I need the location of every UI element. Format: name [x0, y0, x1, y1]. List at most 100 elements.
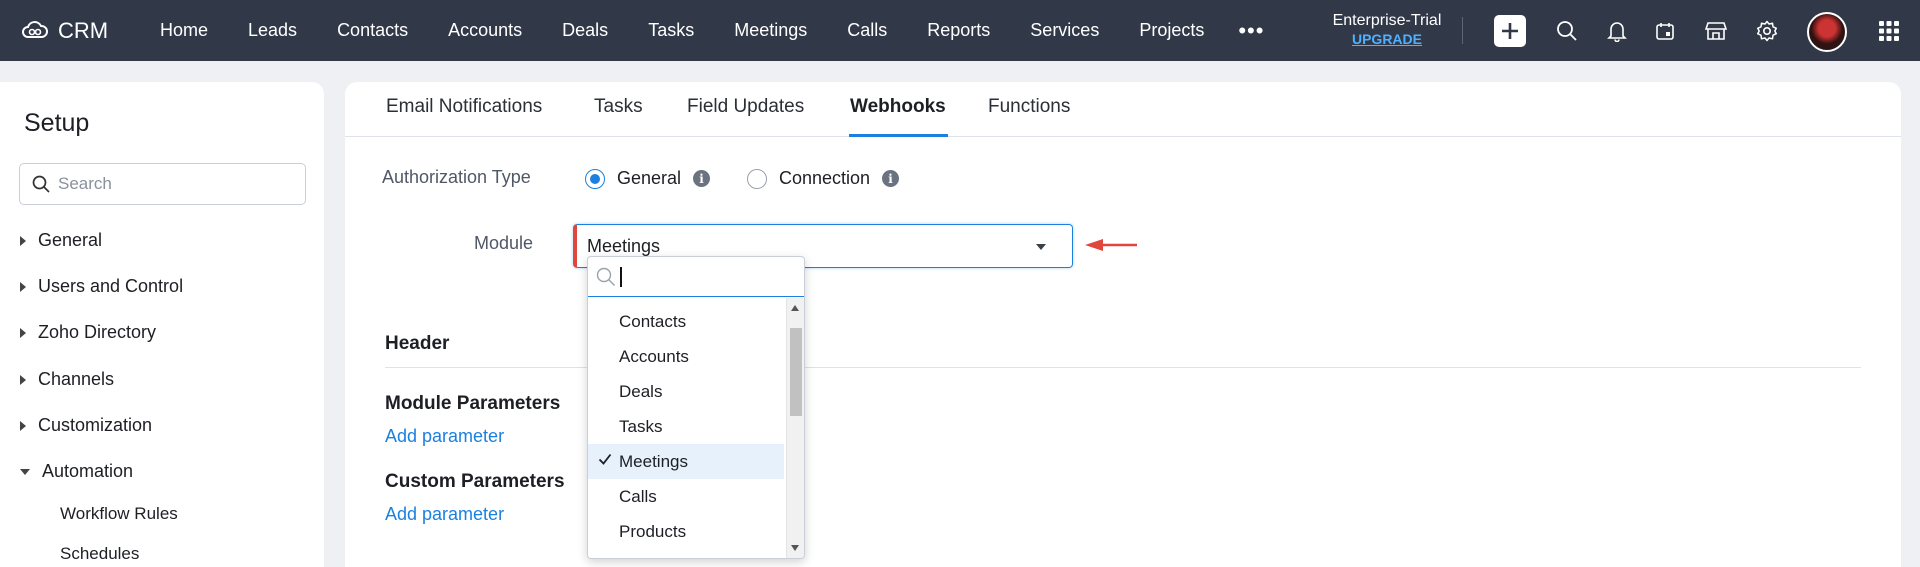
radio-button[interactable]	[747, 168, 767, 189]
apps-grid-icon	[1879, 21, 1899, 41]
user-avatar[interactable]	[1807, 12, 1847, 52]
dropdown-option-products[interactable]: Products	[588, 514, 784, 549]
module-parameters-title: Module Parameters	[385, 393, 561, 414]
dropdown-option-label: Contacts	[619, 311, 687, 331]
sidebar-item-automation[interactable]: Automation	[20, 461, 133, 482]
plus-icon	[1502, 23, 1518, 39]
dropdown-option-deals[interactable]: Deals	[588, 374, 784, 409]
nav-item-calls[interactable]: Calls	[827, 0, 907, 61]
brand[interactable]: CRM	[20, 18, 140, 44]
checkmark-icon	[598, 453, 612, 465]
add-module-parameter-link[interactable]: Add parameter	[385, 426, 504, 447]
calendar-button[interactable]	[1652, 18, 1678, 44]
nav-item-contacts[interactable]: Contacts	[317, 0, 428, 61]
sidebar-item-general[interactable]: General	[20, 230, 102, 251]
dropdown-option-label: Tasks	[619, 416, 663, 436]
chevron-down-icon	[1036, 244, 1046, 250]
sidebar-item-zoho-directory[interactable]: Zoho Directory	[20, 322, 156, 343]
setup-sidebar: Setup General Users and Control Zoho Direc…	[0, 82, 324, 567]
webhook-form-panel: Email Notifications Tasks Field Updates Web…	[345, 82, 1901, 567]
text-cursor	[620, 266, 622, 287]
module-label: Module	[474, 233, 534, 253]
create-new-button[interactable]	[1494, 15, 1526, 47]
apps-menu-button[interactable]	[1876, 18, 1902, 44]
sidebar-item-label: Users and Control	[38, 276, 184, 296]
radio-label: Connection	[779, 168, 871, 188]
topbar-divider	[1462, 17, 1463, 44]
dropdown-option-calls[interactable]: Calls	[588, 479, 784, 514]
tab-tasks[interactable]: Tasks	[594, 96, 643, 137]
auth-radio-connection[interactable]: Connection i	[747, 168, 900, 189]
nav-item-projects[interactable]: Projects	[1119, 0, 1224, 61]
sidebar-item-customization[interactable]: Customization	[20, 415, 152, 436]
top-navigation-bar: CRM Home Leads Contacts Accounts Deals Tasks M…	[0, 0, 1920, 61]
dropdown-search-input[interactable]	[632, 266, 802, 287]
upgrade-link[interactable]: UPGRADE	[1330, 30, 1444, 48]
sidebar-item-label: Customization	[38, 415, 153, 435]
dropdown-option-label: Calls	[619, 486, 657, 506]
caret-right-icon	[20, 374, 26, 385]
header-section-title: Header	[385, 333, 450, 354]
tab-functions[interactable]: Functions	[988, 96, 1070, 137]
sidebar-search[interactable]	[19, 163, 306, 205]
search-icon	[596, 267, 615, 286]
red-arrow-annotation-icon	[1085, 239, 1137, 251]
sidebar-item-label: Automation	[42, 461, 134, 481]
sidebar-item-users-and-control[interactable]: Users and Control	[20, 276, 183, 297]
search-button[interactable]	[1554, 18, 1580, 44]
nav-item-reports[interactable]: Reports	[907, 0, 1010, 61]
zoho-cloud-logo-icon	[22, 20, 48, 38]
sidebar-item-channels[interactable]: Channels	[20, 369, 114, 390]
scroll-up-arrow-icon[interactable]	[791, 305, 799, 311]
automation-tabs: Email Notifications Tasks Field Updates Web…	[345, 82, 1901, 137]
notifications-button[interactable]	[1604, 18, 1630, 44]
search-icon	[1557, 21, 1577, 41]
sidebar-search-input[interactable]	[58, 174, 288, 194]
nav-item-accounts[interactable]: Accounts	[428, 0, 542, 61]
radio-label: General	[617, 168, 682, 188]
info-icon[interactable]: i	[693, 170, 711, 187]
marketplace-button[interactable]	[1703, 18, 1729, 44]
caret-down-icon	[20, 468, 30, 475]
sidebar-subitem-workflow-rules[interactable]: Workflow Rules	[60, 504, 178, 524]
scroll-down-arrow-icon[interactable]	[791, 545, 799, 551]
dropdown-option-accounts[interactable]: Accounts	[588, 339, 784, 374]
bell-icon	[1607, 22, 1627, 42]
sidebar-subitem-schedules[interactable]: Schedules	[60, 544, 139, 564]
nav-item-services[interactable]: Services	[1010, 0, 1119, 61]
caret-right-icon	[20, 235, 26, 246]
caret-right-icon	[20, 281, 26, 292]
module-select-value: Meetings	[587, 235, 661, 256]
nav-item-leads[interactable]: Leads	[228, 0, 317, 61]
add-custom-parameter-link[interactable]: Add parameter	[385, 504, 504, 525]
dropdown-search[interactable]	[588, 257, 804, 297]
nav-item-deals[interactable]: Deals	[542, 0, 628, 61]
tab-field-updates[interactable]: Field Updates	[687, 96, 804, 137]
tab-email-notifications[interactable]: Email Notifications	[386, 96, 542, 137]
dropdown-option-tasks[interactable]: Tasks	[588, 409, 784, 444]
nav-item-tasks[interactable]: Tasks	[628, 0, 714, 61]
dropdown-option-contacts[interactable]: Contacts	[588, 304, 784, 339]
sidebar-item-label: Channels	[38, 369, 115, 389]
custom-parameters-title: Custom Parameters	[385, 471, 565, 492]
sidebar-item-label: Zoho Directory	[38, 322, 157, 342]
nav-item-home[interactable]: Home	[140, 0, 228, 61]
main-nav: Home Leads Contacts Accounts Deals Tasks Meeti…	[140, 0, 1224, 61]
tab-webhooks[interactable]: Webhooks	[849, 96, 948, 137]
settings-button[interactable]	[1754, 18, 1780, 44]
auth-radio-general[interactable]: General i	[585, 168, 711, 189]
search-icon	[32, 175, 50, 193]
dropdown-options-list: Contacts Accounts Deals Tasks Meetings Calls P…	[588, 298, 786, 558]
more-nav-button[interactable]: •••	[1224, 0, 1278, 61]
trial-info: Enterprise-Trial UPGRADE	[1330, 12, 1444, 48]
dropdown-option-meetings[interactable]: Meetings	[588, 444, 784, 479]
scrollbar-thumb[interactable]	[790, 328, 802, 416]
info-icon[interactable]: i	[882, 170, 900, 187]
dropdown-scrollbar[interactable]	[786, 298, 804, 558]
authorization-type-label: Authorization Type	[382, 167, 531, 187]
caret-right-icon	[20, 327, 26, 338]
sidebar-item-label: General	[38, 230, 103, 250]
radio-button[interactable]	[585, 168, 605, 189]
nav-item-meetings[interactable]: Meetings	[714, 0, 827, 61]
calendar-icon	[1656, 23, 1674, 40]
